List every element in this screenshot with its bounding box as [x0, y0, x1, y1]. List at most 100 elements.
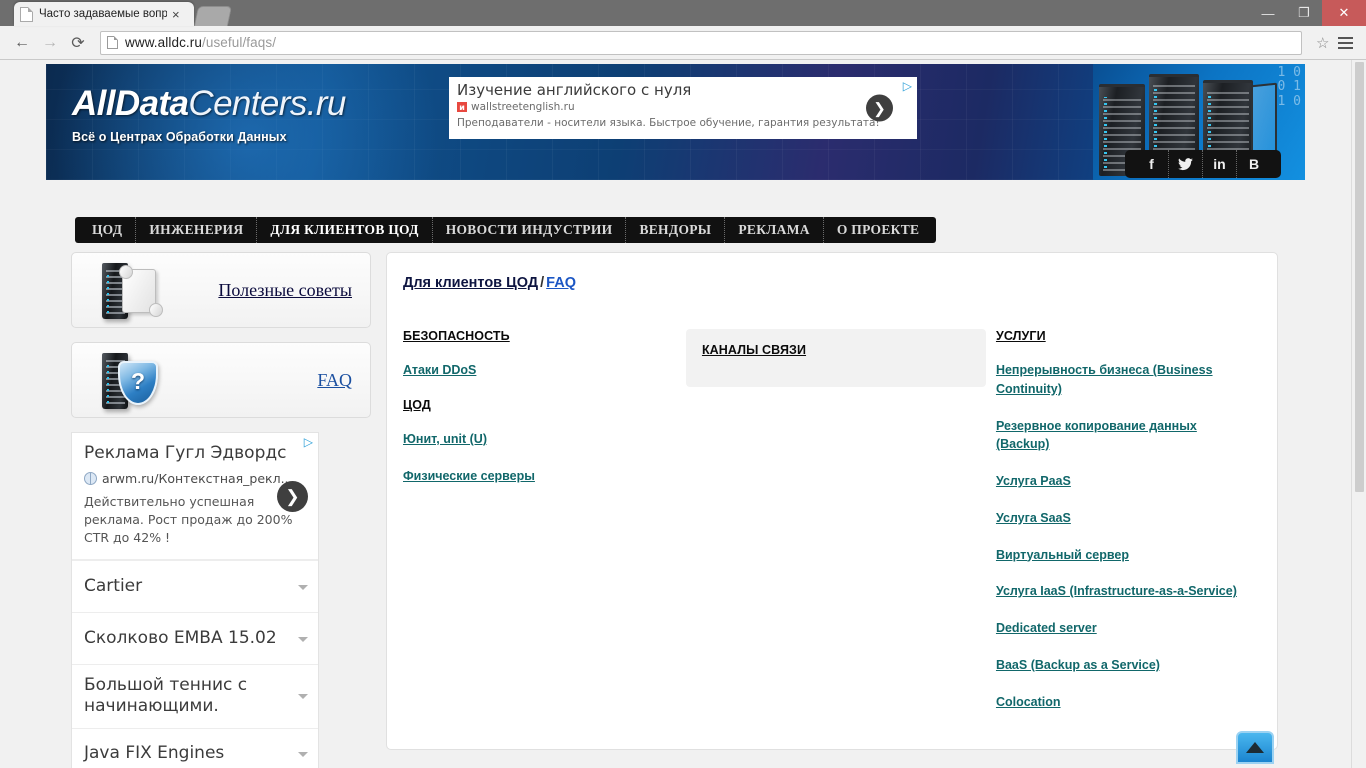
address-bar[interactable]: www.alldc.ru/useful/faqs/	[100, 30, 1302, 55]
faq-link[interactable]: Colocation	[996, 693, 1243, 712]
list-item[interactable]: Большой теннис с начинающими.	[72, 664, 318, 728]
faq-column-services: УСЛУГИ Непрерывность бизнеса (Business C…	[996, 329, 1257, 729]
chevron-down-icon[interactable]	[298, 584, 308, 590]
scrollbar-thumb[interactable]	[1355, 62, 1364, 492]
faq-link[interactable]: BaaS (Backup as a Service)	[996, 656, 1243, 675]
list-item[interactable]: Сколково EMBA 15.02	[72, 612, 318, 665]
server-shield-icon: ?	[88, 349, 158, 411]
faq-link[interactable]: Физические серверы	[403, 467, 672, 486]
browser-tab[interactable]: Часто задаваемые вопро ×	[14, 2, 194, 26]
sidebar-link-label[interactable]: FAQ	[156, 370, 352, 391]
section-heading-services[interactable]: УСЛУГИ	[996, 329, 1243, 343]
section-heading-cod[interactable]: ЦОД	[403, 398, 672, 412]
header-ad-url: wallstreetenglish.ru	[471, 101, 575, 114]
nav-item-cod[interactable]: ЦОД	[79, 217, 137, 243]
nav-item-for-clients[interactable]: ДЛЯ КЛИЕНТОВ ЦОД	[257, 217, 433, 243]
back-icon[interactable]: ←	[8, 29, 36, 57]
close-window-button[interactable]: ✕	[1322, 0, 1366, 26]
breadcrumb: Для клиентов ЦОД / FAQ	[403, 275, 1257, 291]
page-favicon-icon	[20, 6, 33, 22]
list-item[interactable]: Cartier	[72, 560, 318, 613]
breadcrumb-separator: /	[540, 275, 545, 291]
linkedin-icon[interactable]: in	[1203, 150, 1237, 178]
breadcrumb-current-link[interactable]: FAQ	[546, 275, 576, 291]
url-host: www.alldc.ru	[125, 35, 202, 50]
vk-icon[interactable]: В	[1237, 150, 1271, 178]
sidebar-ad-next-arrow-icon[interactable]: ❯	[277, 481, 308, 512]
faq-link[interactable]: Юнит, unit (U)	[403, 430, 672, 449]
ad-item-title: Java FIX Engines	[84, 743, 225, 764]
main-content-panel: Для клиентов ЦОД / FAQ БЕЗОПАСНОСТЬ Атаки …	[386, 252, 1278, 751]
faq-columns: БЕЗОПАСНОСТЬ Атаки DDoS ЦОД Юнит, unit (…	[403, 329, 1257, 729]
sidebar-ad-description: Действительно успешная реклама. Рост про…	[84, 493, 293, 545]
faq-link[interactable]: Атаки DDoS	[403, 361, 672, 380]
url-text: www.alldc.ru/useful/faqs/	[125, 35, 276, 50]
server-scroll-icon	[88, 259, 163, 321]
nav-item-advertising[interactable]: РЕКЛАМА	[725, 217, 824, 243]
header-ad-body: Преподаватели - носители языка. Быстрое …	[457, 117, 880, 130]
faq-link[interactable]: Непрерывность бизнеса (Business Continui…	[996, 361, 1243, 399]
header-ad-next-arrow-icon[interactable]: ❯	[866, 94, 893, 122]
nav-item-industry-news[interactable]: НОВОСТИ ИНДУСТРИИ	[433, 217, 627, 243]
faq-link[interactable]: Услуга SaaS	[996, 509, 1243, 528]
faq-link[interactable]: Dedicated server	[996, 619, 1243, 638]
ad-choices-icon[interactable]: ▷	[304, 436, 313, 448]
site-tagline: Всё о Центрах Обработки Данных	[72, 130, 287, 144]
chevron-down-icon[interactable]	[298, 694, 308, 700]
faq-link[interactable]: Виртуальный сервер	[996, 546, 1243, 565]
tab-title: Часто задаваемые вопро	[39, 8, 167, 20]
sidebar-ad-url-row: arwm.ru/Контекстная_рекл...	[84, 471, 306, 486]
logo-bold: AllData	[72, 84, 189, 123]
ad-item-title: Большой теннис с начинающими.	[84, 675, 248, 717]
sidebar-ad-main[interactable]: ▷ Реклама Гугл Эдвордс arwm.ru/Контекстн…	[72, 433, 318, 561]
chevron-down-icon[interactable]	[298, 752, 308, 758]
page-scrollbar[interactable]	[1351, 60, 1366, 768]
url-path: /useful/faqs/	[201, 35, 277, 50]
chevron-up-icon	[1246, 742, 1264, 753]
minimize-button[interactable]: —	[1250, 0, 1286, 26]
web-page: AllDataCenters.ru Всё о Центрах Обработк…	[0, 64, 1351, 768]
site-logo[interactable]: AllDataCenters.ru Всё о Центрах Обработк…	[72, 84, 346, 144]
logo-light: Centers.ru	[188, 84, 346, 123]
list-item[interactable]: Java FIX Engines	[72, 727, 318, 768]
ad-choices-icon[interactable]: ▷	[903, 80, 912, 92]
sidebar: Полезные советы ? FAQ ▷ Реклама Гугл Эдв…	[71, 252, 371, 768]
header-advertisement[interactable]: ▷ Изучение английского с нуля и wallstre…	[449, 77, 917, 139]
faq-link[interactable]: Услуга PaaS	[996, 472, 1243, 491]
section-heading-security[interactable]: БЕЗОПАСНОСТЬ	[403, 329, 672, 343]
twitter-icon[interactable]	[1169, 150, 1203, 178]
nav-item-engineering[interactable]: ИНЖЕНЕРИЯ	[136, 217, 258, 243]
page-viewport: AllDataCenters.ru Всё о Центрах Обработк…	[0, 60, 1366, 768]
section-heading-channels[interactable]: КАНАЛЫ СВЯЗИ	[702, 343, 970, 357]
forward-icon[interactable]: →	[36, 29, 64, 57]
advertiser-favicon-icon: и	[457, 102, 467, 113]
sidebar-ad-title: Реклама Гугл Эдвордс	[84, 443, 287, 463]
reload-icon[interactable]: ⟳	[64, 29, 92, 57]
breadcrumb-parent-link[interactable]: Для клиентов ЦОД	[403, 275, 538, 291]
sidebar-item-faq[interactable]: ? FAQ	[71, 342, 371, 418]
new-tab-button[interactable]	[193, 6, 233, 26]
faq-link[interactable]: Услуга IaaS (Infrastructure-as-a-Service…	[996, 582, 1243, 601]
sidebar-ad-url: arwm.ru/Контекстная_рекл...	[102, 470, 293, 486]
sidebar-item-useful-tips[interactable]: Полезные советы	[71, 252, 371, 328]
sidebar-link-label[interactable]: Полезные советы	[156, 280, 352, 301]
nav-item-vendors[interactable]: ВЕНДОРЫ	[626, 217, 726, 243]
browser-window: Часто задаваемые вопро × — ❐ ✕ ← → ⟳ www…	[0, 0, 1366, 768]
browser-menu-icon[interactable]	[1332, 30, 1358, 56]
social-links: f in В	[1125, 150, 1281, 178]
channels-box: КАНАЛЫ СВЯЗИ	[685, 329, 986, 387]
faq-column-security: БЕЗОПАСНОСТЬ Атаки DDoS ЦОД Юнит, unit (…	[403, 329, 686, 503]
ad-item-title: Cartier	[84, 575, 143, 596]
nav-item-about[interactable]: О ПРОЕКТЕ	[824, 217, 933, 243]
bookmark-star-icon[interactable]: ☆	[1316, 34, 1332, 52]
header-ad-url-row: и wallstreetenglish.ru	[457, 101, 909, 113]
scroll-to-top-button[interactable]	[1236, 731, 1274, 764]
facebook-icon[interactable]: f	[1135, 150, 1169, 178]
site-header-banner: AllDataCenters.ru Всё о Центрах Обработк…	[46, 64, 1305, 180]
chevron-down-icon[interactable]	[298, 636, 308, 642]
tab-close-icon[interactable]: ×	[167, 8, 180, 21]
faq-link[interactable]: Резервное копирование данных (Backup)	[996, 417, 1243, 455]
faq-column-channels: КАНАЛЫ СВЯЗИ	[685, 329, 996, 387]
maximize-button[interactable]: ❐	[1286, 0, 1322, 26]
sidebar-advertisement: ▷ Реклама Гугл Эдвордс arwm.ru/Контекстн…	[71, 432, 319, 768]
